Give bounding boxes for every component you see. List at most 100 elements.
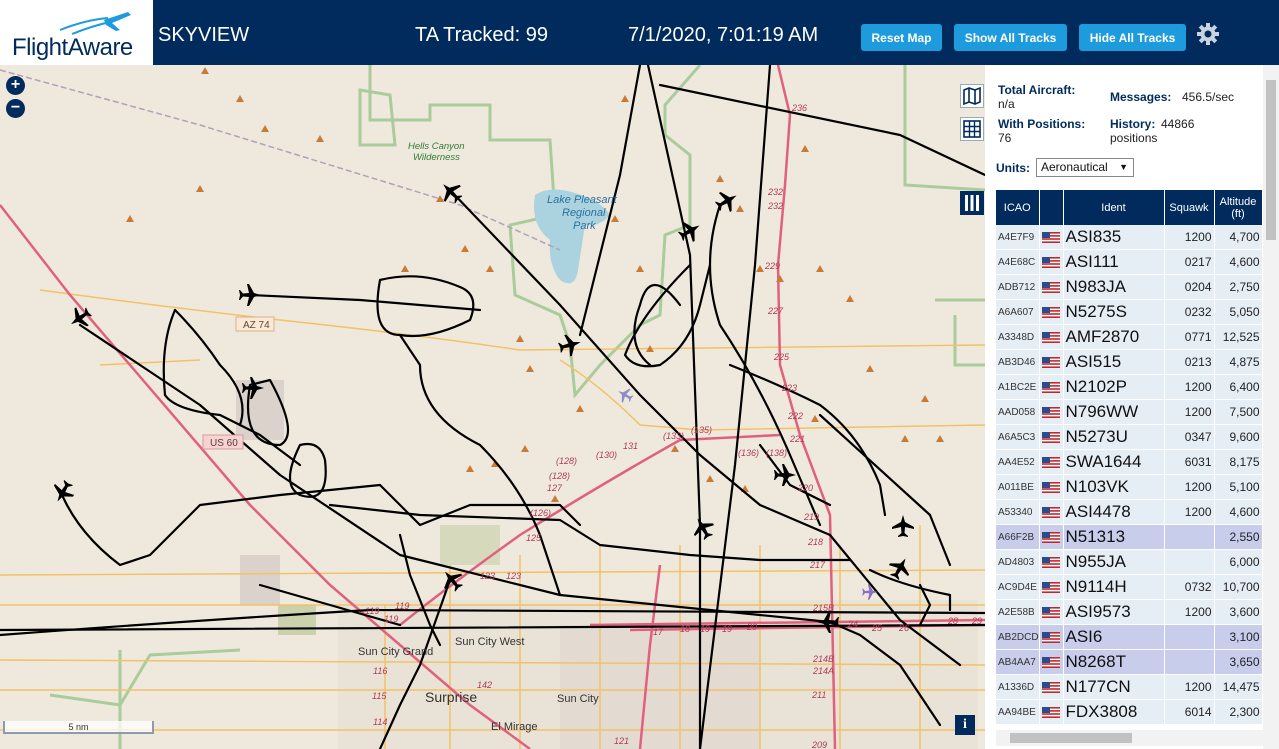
vertical-scrollbar-thumb[interactable] xyxy=(1266,80,1276,240)
icao-cell: A6A5C3 xyxy=(996,424,1040,450)
history-unit: positions xyxy=(1110,131,1158,145)
road-label: (130) xyxy=(596,450,617,460)
road-label: 24 xyxy=(847,619,858,629)
icao-cell: AB2DCD xyxy=(996,624,1040,650)
road-label: 218 xyxy=(807,537,823,547)
city-label: El Mirage xyxy=(491,721,537,733)
ident-cell: N5275S xyxy=(1063,299,1165,325)
road-label: (133) xyxy=(663,431,684,441)
aircraft-icon[interactable] xyxy=(47,476,79,508)
table-row[interactable]: A4E68C ASI111 0217 4,600 xyxy=(996,249,1263,275)
table-row[interactable]: A4E7F9 ASI835 1200 4,700 xyxy=(996,225,1263,250)
road-label: (138) xyxy=(766,448,787,458)
icao-cell: A66F2B xyxy=(996,524,1040,550)
table-row[interactable]: AD4803 N955JA 6,000 xyxy=(996,549,1263,575)
squawk-cell: 0732 xyxy=(1164,574,1215,600)
map-canvas[interactable]: 236 232 232 229 227 225 223 222 221 220 … xyxy=(0,65,985,749)
column-header-icao[interactable]: ICAO xyxy=(996,190,1040,225)
squawk-cell: 6031 xyxy=(1164,449,1215,475)
table-row[interactable]: AAD058 N796WW 1200 7,500 xyxy=(996,399,1263,425)
icao-cell: AA94BE xyxy=(996,699,1040,725)
hide-all-tracks-button[interactable]: Hide All Tracks xyxy=(1079,24,1186,51)
altitude-cell: 3,100 xyxy=(1214,624,1263,650)
ident-cell: N983JA xyxy=(1063,274,1165,300)
squawk-cell: 0213 xyxy=(1164,349,1215,375)
zoom-out-button[interactable]: − xyxy=(6,99,25,118)
road-label: (126) xyxy=(530,508,551,518)
ident-cell: N9114H xyxy=(1063,574,1165,600)
us-flag-icon xyxy=(1041,457,1060,469)
altitude-cell: 2,750 xyxy=(1214,274,1263,300)
ident-cell: N8268T xyxy=(1063,649,1165,675)
show-all-tracks-button[interactable]: Show All Tracks xyxy=(954,24,1067,51)
column-toggle-button[interactable] xyxy=(960,191,984,215)
table-row[interactable]: A6A5C3 N5273U 0347 9,600 xyxy=(996,424,1263,450)
units-select[interactable]: Aeronautical ▼ xyxy=(1036,158,1134,177)
park-label: Hells Canyon xyxy=(408,141,465,152)
aircraft-icon[interactable] xyxy=(436,564,468,596)
ident-cell: ASI9573 xyxy=(1063,599,1165,625)
table-row[interactable]: A011BE N103VK 1200 5,100 xyxy=(996,474,1263,500)
gear-icon[interactable] xyxy=(1196,22,1220,46)
icao-cell: AA4E52 xyxy=(996,449,1040,475)
table-row[interactable]: A1BC2E N2102P 1200 6,400 xyxy=(996,374,1263,400)
table-row[interactable]: ADB712 N983JA 0204 2,750 xyxy=(996,274,1263,300)
table-row[interactable]: AC9D4E N9114H 0732 10,700 xyxy=(996,574,1263,600)
column-header-squawk[interactable]: Squawk xyxy=(1164,190,1215,225)
road-label: 214A xyxy=(812,666,834,676)
squawk-cell: 0204 xyxy=(1164,274,1215,300)
aircraft-icon[interactable] xyxy=(687,512,719,544)
flag-cell xyxy=(1039,399,1064,425)
flag-cell xyxy=(1039,374,1064,400)
map-layers-button[interactable] xyxy=(960,84,984,108)
columns-icon xyxy=(965,195,979,211)
road-label: 220 xyxy=(797,483,813,493)
flag-cell xyxy=(1039,524,1064,550)
road-label: 19 xyxy=(700,624,710,634)
road-label: 236 xyxy=(791,103,807,113)
city-label: Surprise xyxy=(425,689,477,705)
us-flag-icon xyxy=(1041,332,1060,344)
altitude-cell: 4,875 xyxy=(1214,349,1263,375)
squawk-cell xyxy=(1164,549,1215,575)
aircraft-icon[interactable] xyxy=(862,584,878,600)
road-label: 127 xyxy=(547,483,563,493)
road-label: 227 xyxy=(767,306,784,316)
altitude-cell: 14,475 xyxy=(1214,674,1263,700)
table-row[interactable]: AB4AA7 N8268T 3,650 xyxy=(996,649,1263,675)
icao-cell: A4E7F9 xyxy=(996,225,1040,250)
table-row[interactable]: A1336D N177CN 1200 14,475 xyxy=(996,674,1263,700)
table-row[interactable]: A2E58B ASI9573 1200 3,600 xyxy=(996,599,1263,625)
table-row[interactable]: A6A607 N5275S 0232 5,050 xyxy=(996,299,1263,325)
table-row[interactable]: AB3D46 ASI515 0213 4,875 xyxy=(996,349,1263,375)
table-row[interactable]: A3348D AMF2870 0771 12,525 xyxy=(996,324,1263,350)
table-row[interactable]: A53340 ASI4478 1200 4,600 xyxy=(996,499,1263,525)
column-header-flag[interactable] xyxy=(1039,190,1064,225)
route-shield-az74: AZ 74 xyxy=(243,320,270,331)
zoom-in-button[interactable]: + xyxy=(6,76,25,95)
aircraft-sidebar: Total Aircraft: n/a With Positions: 76 M… xyxy=(985,65,1279,749)
table-row[interactable]: AB2DCD ASI6 3,100 xyxy=(996,624,1263,650)
road-label: 123 xyxy=(480,571,495,581)
total-aircraft-label: Total Aircraft: xyxy=(998,83,1076,97)
flightaware-logo[interactable]: FlightAware xyxy=(0,0,153,65)
altitude-cell: 7,500 xyxy=(1214,399,1263,425)
aircraft-icon[interactable] xyxy=(892,515,914,537)
squawk-cell xyxy=(1164,649,1215,675)
aircraft-icon[interactable] xyxy=(239,284,261,306)
flag-cell xyxy=(1039,699,1064,725)
table-row[interactable]: A66F2B N51313 2,550 xyxy=(996,524,1263,550)
table-row[interactable]: AA4E52 SWA1644 6031 8,175 xyxy=(996,449,1263,475)
clock: 7/1/2020, 7:01:19 AM xyxy=(628,24,819,46)
info-button[interactable]: i xyxy=(955,715,975,735)
road-label: (136) xyxy=(738,448,759,458)
column-header-altitude[interactable]: Altitude (ft) xyxy=(1214,190,1263,225)
icao-cell: AB4AA7 xyxy=(996,649,1040,675)
map-view[interactable]: 236 232 232 229 227 225 223 222 221 220 … xyxy=(0,65,985,749)
table-row[interactable]: AA94BE FDX3808 6014 2,300 xyxy=(996,699,1263,725)
grid-toggle-button[interactable] xyxy=(960,117,984,141)
horizontal-scrollbar-thumb[interactable] xyxy=(1010,733,1132,743)
icao-cell: ADB712 xyxy=(996,274,1040,300)
column-header-ident[interactable]: Ident xyxy=(1063,190,1165,225)
reset-map-button[interactable]: Reset Map xyxy=(861,24,942,51)
